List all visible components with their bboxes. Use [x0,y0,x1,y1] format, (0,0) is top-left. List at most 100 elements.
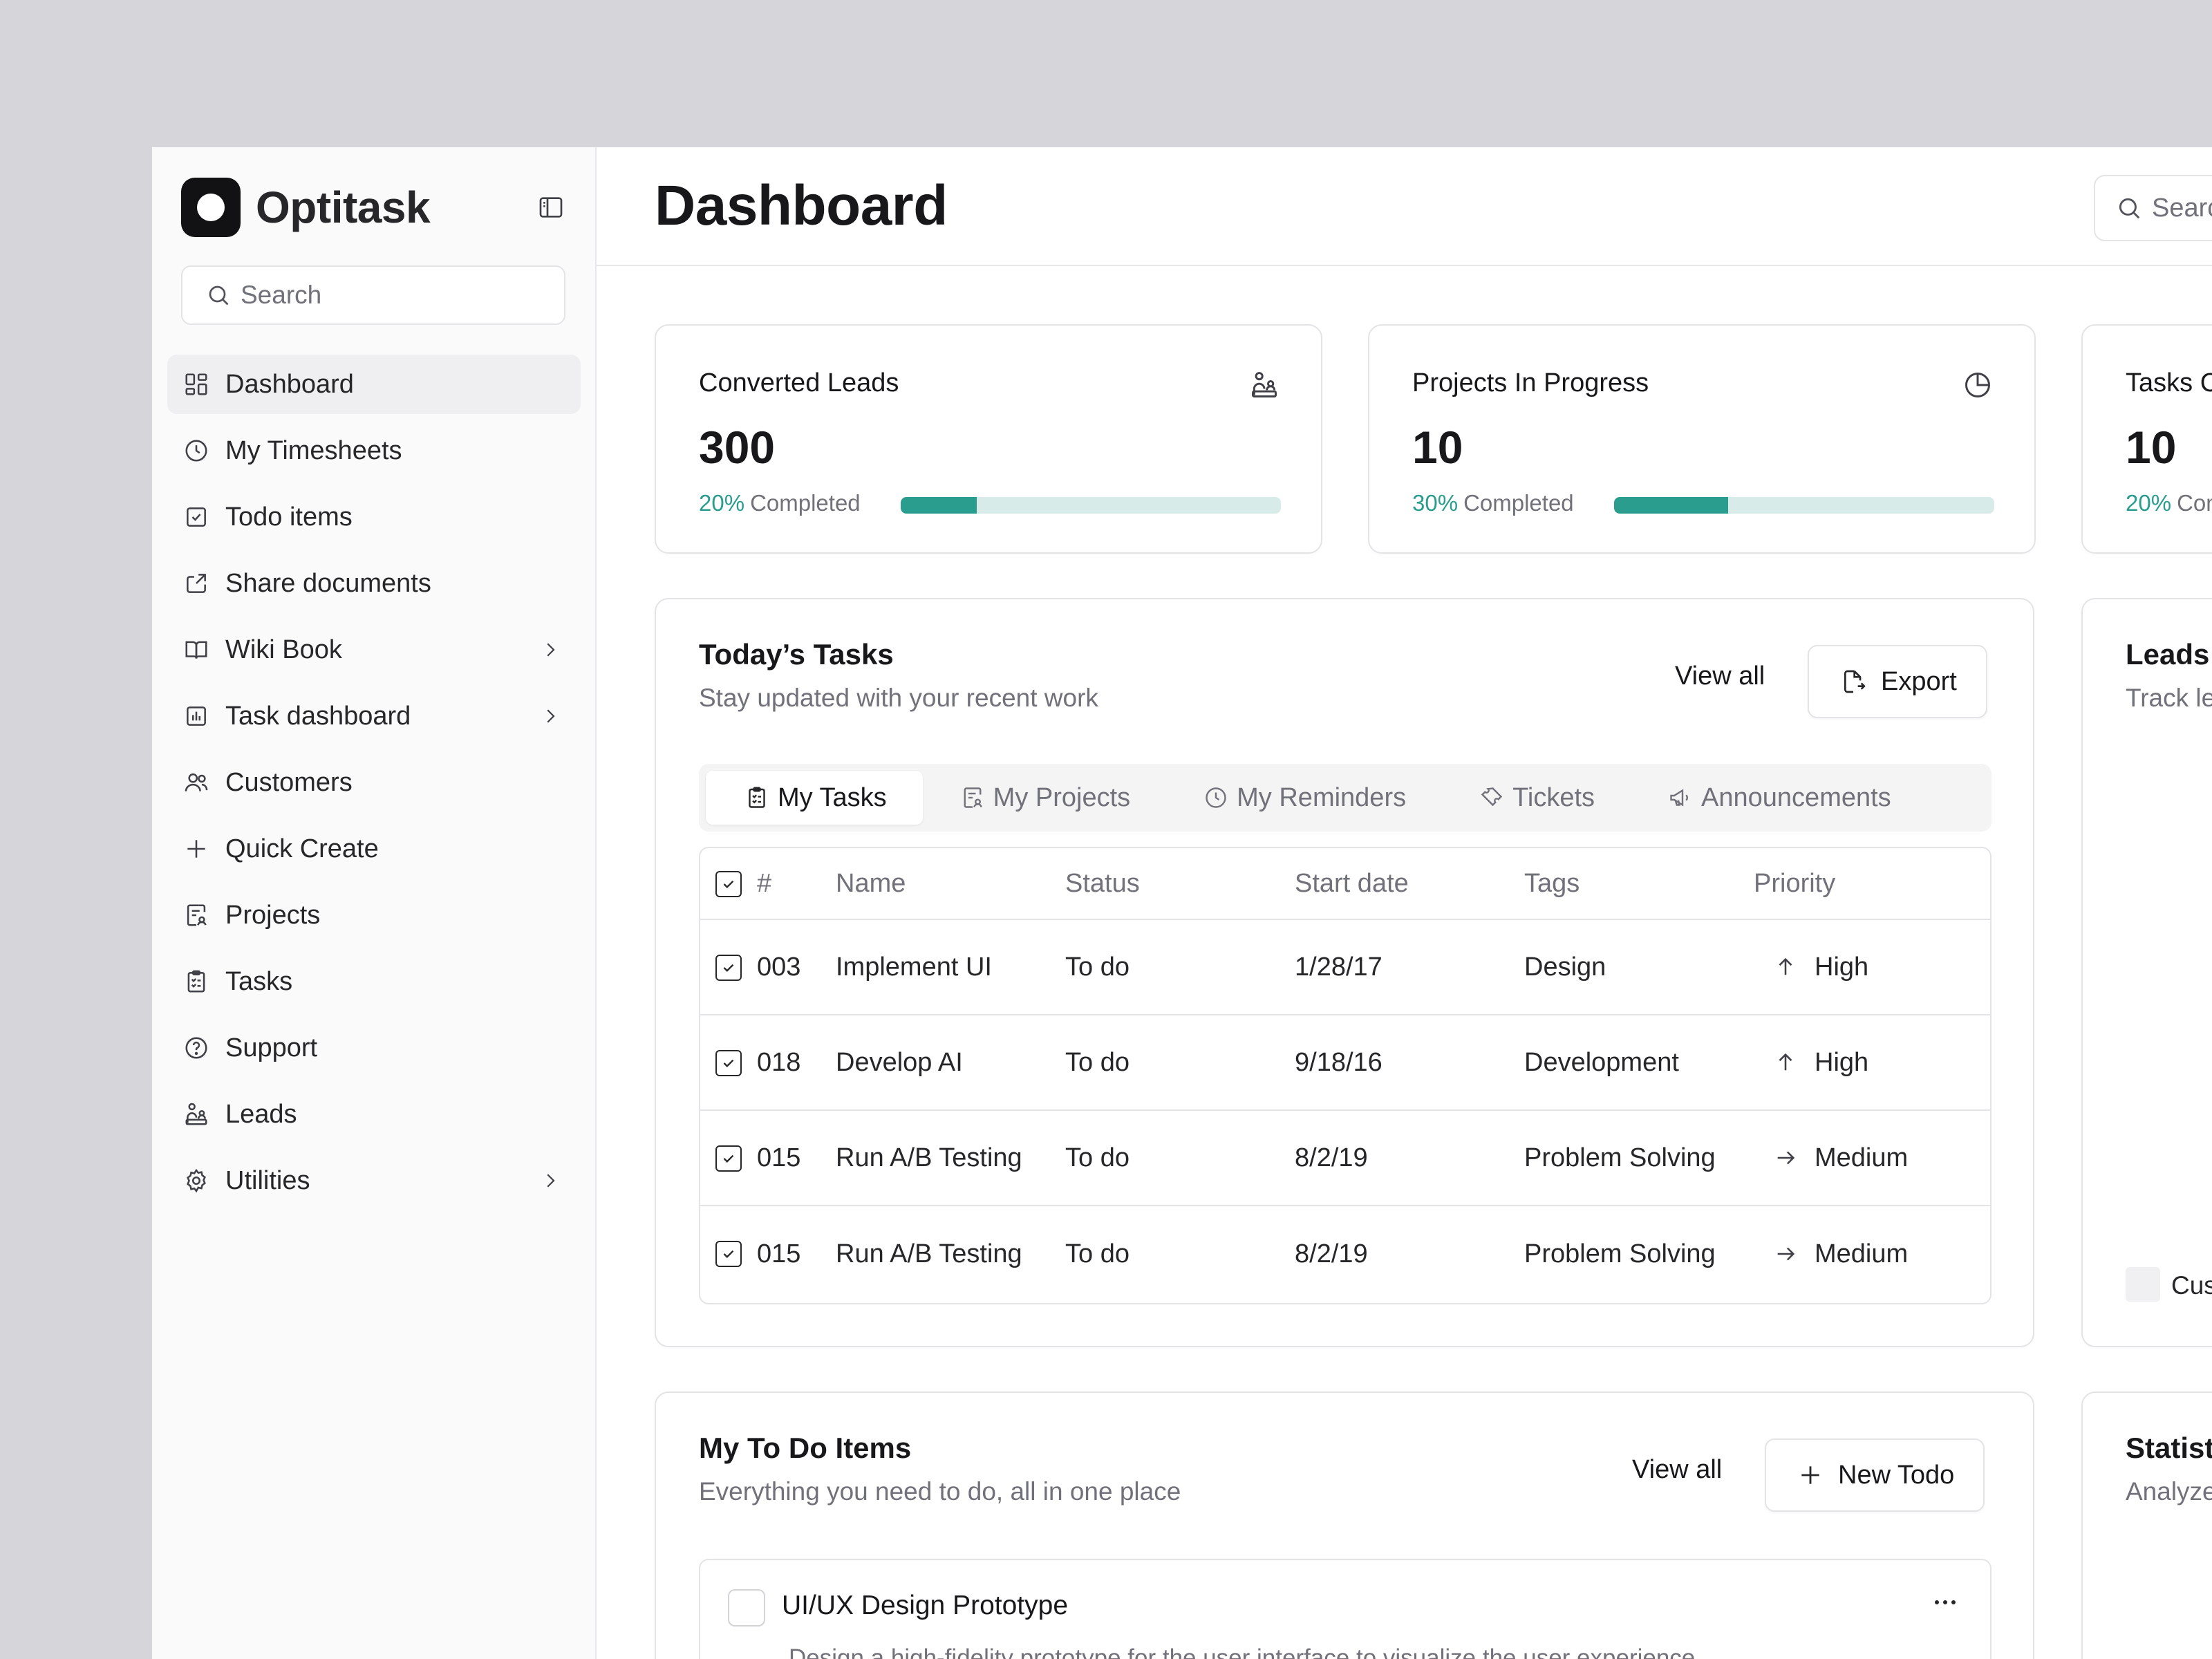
todo-title: UI/UX Design Prototype [782,1591,1069,1620]
column-header-status[interactable]: Status [1065,869,1140,899]
sidebar: Optitask Dashboard My Timesheets Todo it… [152,147,597,1659]
sidebar-item-todo-items[interactable]: Todo items [167,487,581,547]
column-header-name[interactable]: Name [836,869,906,899]
statistics-card: Statistics Analyze [2081,1391,2212,1659]
tab-label: Announcements [1701,782,1891,812]
clock-icon [181,435,212,466]
sidebar-item-my-timesheets[interactable]: My Timesheets [167,421,581,480]
legend-label: Customers [2171,1271,2212,1300]
stat-suffix: Completed [750,490,861,516]
sidebar-item-label: Customers [225,767,353,797]
cell-status: To do [1065,1239,1130,1268]
stat-title: Converted Leads [699,368,899,397]
stat-percent: 20% [699,490,745,516]
sidebar-search[interactable] [181,265,565,325]
table-row[interactable]: 015 Run A/B Testing To do 8/2/19 Problem… [700,1206,1990,1302]
leads-donut-chart [2193,903,2212,1111]
sidebar-toggle-icon[interactable] [535,191,567,223]
sidebar-item-customers[interactable]: Customers [167,753,581,812]
dashboard-grid-icon [181,369,212,400]
priority-label: Medium [1815,1239,1909,1268]
arrow-right-icon [1772,1144,1799,1172]
tab-my-tasks[interactable]: My Tasks [706,771,923,825]
stat-percent: 20% [2126,490,2172,516]
sidebar-item-task-dashboard[interactable]: Task dashboard [167,686,581,746]
legend-swatch [2126,1267,2160,1302]
sidebar-item-utilities[interactable]: Utilities [167,1151,581,1210]
new-todo-button[interactable]: New Todo [1765,1438,1985,1512]
tab-tickets[interactable]: Tickets [1442,771,1631,825]
tab-my-projects[interactable]: My Projects [923,771,1166,825]
sidebar-item-leads[interactable]: Leads [167,1085,581,1144]
task-tabs: My Tasks My Projects My Reminders Ticket… [699,764,1991,832]
search-icon [2116,195,2142,221]
cell-status: To do [1065,1047,1130,1077]
arrow-right-icon [1772,1240,1799,1268]
sidebar-item-label: Task dashboard [225,701,411,731]
stat-value: 10 [2126,422,2177,473]
column-header-start-date[interactable]: Start date [1295,869,1409,899]
cell-name: Develop AI [836,1047,963,1077]
todo-item[interactable]: UI/UX Design Prototype Design a high-fid… [699,1559,1991,1659]
progress-fill [1614,497,1728,514]
section-subtitle: Stay updated with your recent work [699,684,1098,712]
sidebar-item-quick-create[interactable]: Quick Create [167,819,581,879]
tab-my-reminders[interactable]: My Reminders [1166,771,1442,825]
row-checkbox[interactable] [715,955,742,981]
brand[interactable]: Optitask [181,178,431,237]
users-icon [181,767,212,798]
table-row[interactable]: 003 Implement UI To do 1/28/17 Design Hi… [700,920,1990,1015]
priority-label: High [1815,1047,1869,1077]
page-header: Dashboard [597,147,2212,266]
select-all-checkbox[interactable] [715,871,742,897]
column-header-priority[interactable]: Priority [1754,869,1835,899]
cell-status: To do [1065,1143,1130,1172]
stat-progress-text: 20%Completed [2126,490,2212,516]
header-search-input[interactable] [2152,193,2212,223]
header-search[interactable] [2094,175,2212,241]
row-checkbox[interactable] [715,1145,742,1172]
checkbox-square-icon [181,502,212,532]
table-row[interactable]: 015 Run A/B Testing To do 8/2/19 Problem… [700,1111,1990,1206]
row-checkbox[interactable] [715,1241,742,1267]
ticket-icon [1478,784,1506,812]
share-icon [181,568,212,599]
stat-value: 10 [1412,422,1463,473]
section-subtitle: Track leads [2126,684,2212,712]
tab-announcements[interactable]: Announcements [1631,771,1927,825]
cell-start-date: 9/18/16 [1295,1047,1382,1077]
more-horizontal-icon[interactable] [1928,1592,1962,1613]
section-subtitle: Everything you need to do, all in one pl… [699,1477,1181,1506]
cell-priority: High [1772,953,1868,982]
sidebar-item-projects[interactable]: Projects [167,885,581,945]
brand-logo [181,178,241,237]
sidebar-item-label: My Timesheets [225,435,402,465]
progress-bar [1614,497,1994,514]
sidebar-item-label: Projects [225,900,321,930]
cell-tags: Design [1524,952,1606,982]
view-all-link[interactable]: View all [1675,662,1765,691]
pie-chart-icon [1961,368,1994,402]
row-checkbox[interactable] [715,1050,742,1076]
export-button[interactable]: Export [1808,645,1987,718]
cell-id: 018 [757,1047,801,1077]
priority-label: Medium [1815,1143,1909,1172]
sidebar-item-tasks[interactable]: Tasks [167,952,581,1011]
table-row[interactable]: 018 Develop AI To do 9/18/16 Development… [700,1015,1990,1111]
section-title: Statistics [2126,1432,2212,1464]
stat-progress-text: 20%Completed [699,490,861,516]
sidebar-item-support[interactable]: Support [167,1018,581,1078]
sidebar-item-wiki-book[interactable]: Wiki Book [167,620,581,679]
view-all-link[interactable]: View all [1632,1455,1722,1485]
column-header-id[interactable]: # [757,869,771,899]
sidebar-item-label: Tasks [225,966,293,996]
sidebar-item-label: Todo items [225,502,353,532]
leads-icon [1248,368,1281,402]
new-todo-label: New Todo [1838,1460,1955,1490]
sidebar-search-input[interactable] [241,281,531,310]
column-header-tags[interactable]: Tags [1524,869,1580,899]
sidebar-item-dashboard[interactable]: Dashboard [167,355,581,414]
cell-start-date: 8/2/19 [1295,1239,1368,1268]
sidebar-item-share-documents[interactable]: Share documents [167,554,581,613]
todo-checkbox[interactable] [728,1589,765,1627]
